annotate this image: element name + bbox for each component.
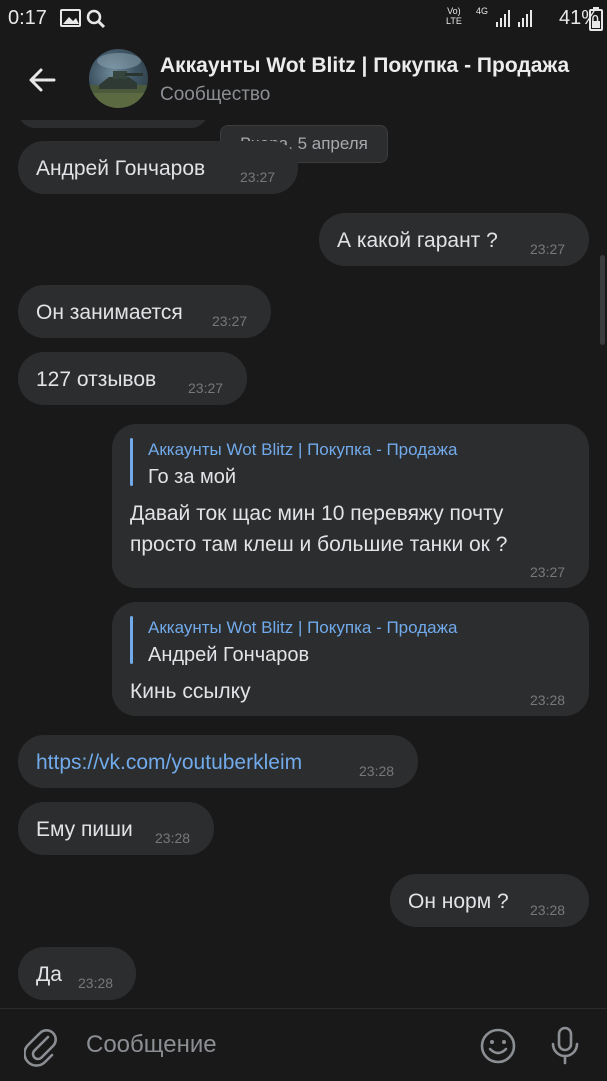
message-text-line: Давай ток щас мин 10 перевяжу почту	[130, 502, 504, 525]
message-bubble-outgoing[interactable]: А какой гарант ? 23:27	[319, 213, 589, 266]
message-input[interactable]	[86, 1031, 456, 1059]
chat-title[interactable]: Аккаунты Wot Blitz | Покупка - Продажа	[160, 54, 600, 78]
message-text: Андрей Гончаров	[36, 157, 206, 180]
message-bubble-incoming[interactable]: https://vk.com/youtuberkleim 23:28	[18, 735, 418, 788]
message-text: Кинь ссылку	[130, 680, 251, 703]
message-time: 23:28	[530, 902, 566, 918]
microphone-icon[interactable]	[548, 1025, 582, 1067]
message-text-line: просто там клеш и большие танки ок ?	[130, 533, 508, 556]
message-time: 23:27	[530, 564, 566, 580]
reply-text: Го за мой	[148, 466, 237, 488]
message-time: 23:27	[188, 380, 224, 396]
message-text: 127 отзывов	[36, 368, 157, 391]
message-bubble-incoming[interactable]: Ему пиши 23:28	[18, 802, 214, 855]
message-time: 23:28	[78, 975, 114, 991]
message-time: 23:28	[155, 830, 191, 846]
message-text: Ему пиши	[36, 818, 133, 841]
message-text: Он занимается	[36, 301, 183, 324]
message-bubble-outgoing-reply[interactable]: Аккаунты Wot Blitz | Покупка - Продажа А…	[112, 602, 589, 716]
message-feed[interactable]: Вчера, 5 апреля Андрей Гончаров 23:27 А …	[0, 120, 607, 1008]
message-bubble-partial	[18, 120, 208, 128]
reply-text: Андрей Гончаров	[148, 644, 310, 666]
volte-indicator: Vo) LTE	[446, 6, 462, 26]
message-text: Да	[36, 963, 62, 986]
reply-author[interactable]: Аккаунты Wot Blitz | Покупка - Продажа	[148, 618, 457, 638]
feed-scrollbar[interactable]	[600, 255, 605, 345]
message-link[interactable]: https://vk.com/youtuberkleim	[36, 751, 302, 775]
chat-header: Аккаунты Wot Blitz | Покупка - Продажа С…	[0, 38, 607, 120]
emoji-icon[interactable]	[479, 1027, 517, 1065]
message-time: 23:27	[530, 241, 566, 257]
message-bubble-incoming[interactable]: Он занимается 23:27	[18, 285, 271, 338]
back-arrow-icon[interactable]	[24, 62, 60, 98]
message-text: А какой гарант ?	[337, 229, 498, 252]
message-bubble-outgoing[interactable]: Он норм ? 23:28	[390, 874, 589, 927]
community-avatar[interactable]	[89, 49, 148, 108]
message-time: 23:27	[212, 313, 248, 329]
gallery-icon	[60, 9, 81, 27]
reply-author[interactable]: Аккаунты Wot Blitz | Покупка - Продажа	[148, 440, 457, 460]
message-time: 23:27	[240, 169, 276, 185]
message-bubble-outgoing-reply[interactable]: Аккаунты Wot Blitz | Покупка - Продажа Г…	[112, 424, 589, 588]
network-type: 4G	[476, 6, 489, 16]
battery-icon	[589, 7, 603, 31]
message-bubble-incoming[interactable]: 127 отзывов 23:27	[18, 352, 247, 405]
reply-quote-bar	[130, 438, 133, 486]
message-bubble-incoming[interactable]: Андрей Гончаров 23:27	[18, 141, 298, 194]
reply-quote-bar	[130, 616, 133, 664]
signal-icon	[496, 10, 532, 27]
attach-icon[interactable]	[24, 1027, 60, 1067]
status-notification-icons	[60, 9, 106, 29]
message-composer	[0, 1008, 607, 1081]
status-bar: 0:17 Vo) LTE 4G 41%	[0, 0, 607, 38]
status-time: 0:17	[8, 7, 47, 29]
message-text: Он норм ?	[408, 890, 509, 913]
search-status-icon	[86, 9, 106, 29]
chat-subtitle: Сообщество	[160, 84, 271, 105]
message-bubble-incoming[interactable]: Да 23:28	[18, 947, 136, 1000]
message-time: 23:28	[359, 763, 395, 779]
message-time: 23:28	[530, 692, 566, 708]
